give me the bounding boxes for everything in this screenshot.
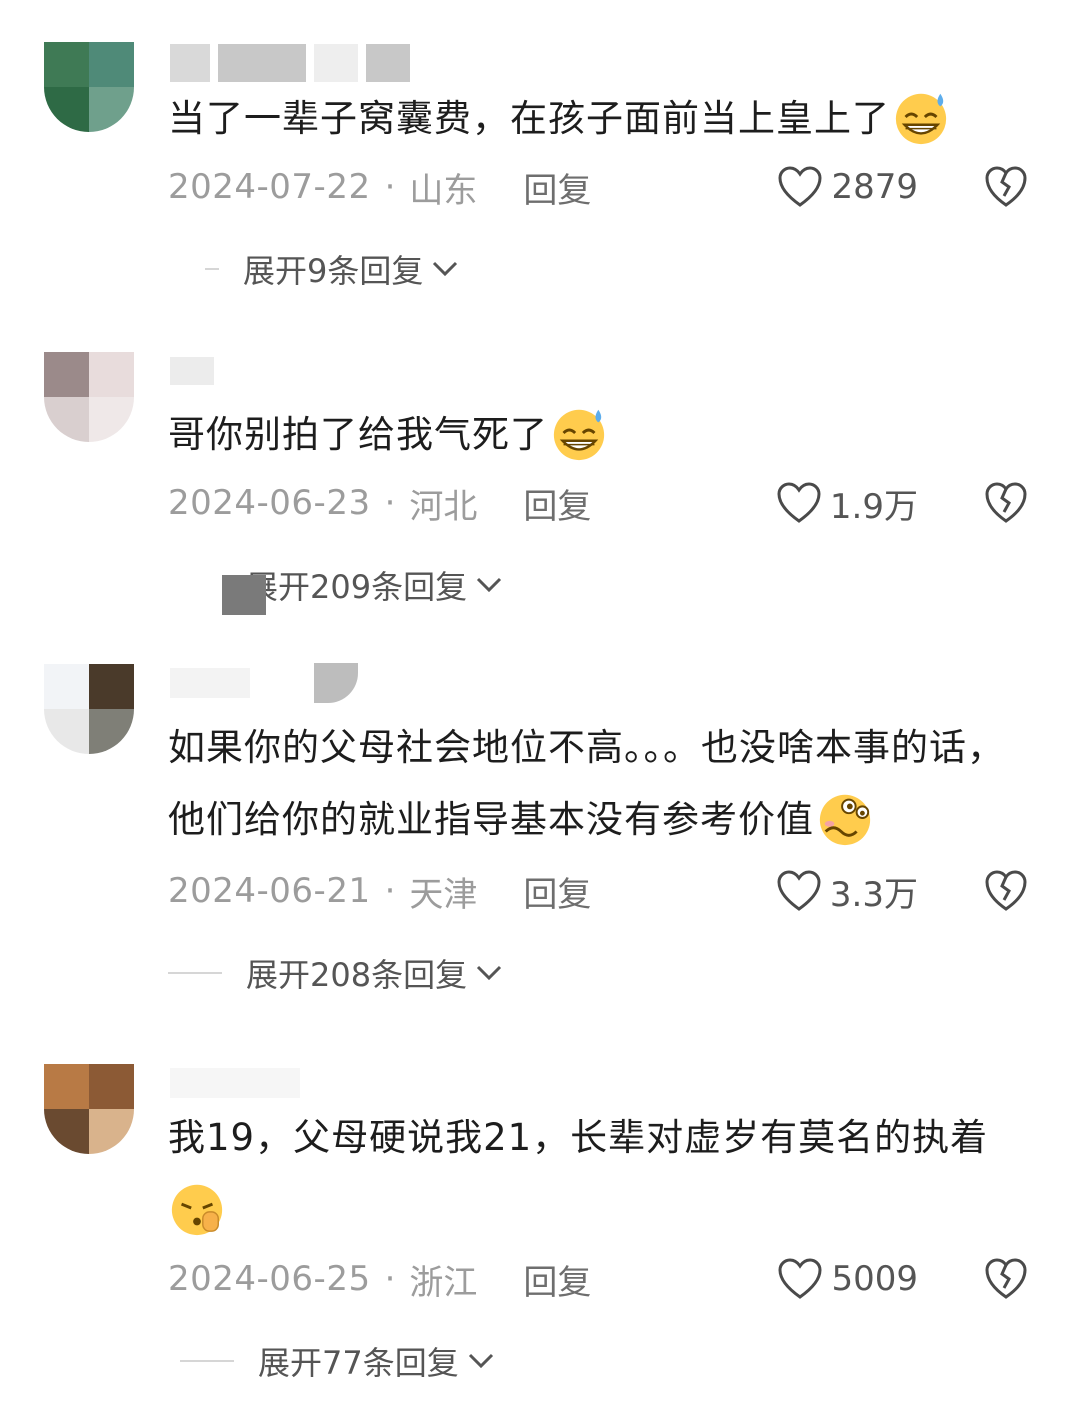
comment-meta: 2024-06-21 · 天津 回复 3.3万	[168, 866, 1028, 916]
username[interactable]	[170, 44, 410, 82]
expand-divider-line	[180, 1360, 234, 1362]
heart-icon	[778, 1258, 822, 1299]
comment-meta: 2024-06-23 · 河北 回复 1.9万	[168, 478, 1028, 528]
shushing-emoji	[171, 1184, 223, 1235]
like-button[interactable]: 1.9万	[776, 479, 918, 528]
username[interactable]	[170, 352, 214, 390]
expand-divider-line	[205, 268, 219, 270]
comment-text: 当了一辈子窝囊费，在孩子面前当上皇上了	[168, 83, 1038, 155]
avatar[interactable]	[44, 352, 134, 442]
username[interactable]	[170, 1064, 300, 1102]
reply-button[interactable]: 回复	[523, 479, 591, 528]
expand-replies-button[interactable]: 展开9条回复	[205, 244, 459, 294]
comment-date: 2024-06-21	[168, 871, 371, 911]
avatar[interactable]	[44, 1064, 134, 1154]
expand-replies-button[interactable]: 展开77条回复	[180, 1336, 495, 1386]
reply-button[interactable]: 回复	[523, 163, 591, 212]
chevron-down-icon	[433, 261, 458, 277]
like-count: 3.3万	[829, 874, 918, 915]
like-count: 2879	[831, 167, 918, 207]
like-count: 1.9万	[829, 486, 918, 527]
reply-button[interactable]: 回复	[523, 867, 591, 916]
broken-heart-icon[interactable]	[984, 482, 1028, 524]
expand-divider-line	[168, 972, 222, 974]
like-button[interactable]: 5009	[777, 1258, 918, 1300]
comment-location: 河北	[409, 486, 478, 527]
comment-location: 浙江	[409, 1262, 478, 1303]
comment-text: 我19，父母硬说我21，长辈对虚岁有莫名的执着	[168, 1102, 1038, 1246]
broken-heart-icon[interactable]	[984, 166, 1028, 208]
woozy-emoji	[819, 794, 871, 845]
broken-heart-icon[interactable]	[984, 1258, 1028, 1300]
like-count: 5009	[831, 1259, 918, 1299]
avatar[interactable]	[44, 664, 134, 754]
comment-date: 2024-06-23	[168, 483, 371, 523]
reply-button[interactable]: 回复	[523, 1255, 591, 1304]
comment-text: 哥你别拍了给我气死了	[168, 399, 1038, 471]
avatar[interactable]	[44, 42, 134, 132]
comment-date: 2024-07-22	[168, 167, 371, 207]
comment-location: 天津	[409, 874, 478, 915]
grin-sweat-emoji	[895, 93, 947, 144]
heart-icon	[777, 482, 821, 523]
comment-text: 如果你的父母社会地位不高。。。也没啥本事的话，他们给你的就业指导基本没有参考价值	[168, 712, 1038, 856]
separator-dot: ·	[384, 871, 396, 911]
separator-dot: ·	[384, 167, 396, 207]
chevron-down-icon	[468, 1353, 493, 1369]
separator-dot: ·	[384, 1259, 396, 1299]
expand-replies-label: 展开209条回复	[246, 568, 468, 606]
like-button[interactable]: 3.3万	[776, 867, 918, 916]
username[interactable]	[170, 663, 358, 703]
expand-replies-label: 展开77条回复	[258, 1344, 459, 1382]
expand-divider-line	[222, 575, 266, 615]
expand-replies-button[interactable]: 展开208条回复	[168, 948, 503, 998]
comment-meta: 2024-06-25 · 浙江 回复 5009	[168, 1254, 1028, 1304]
separator-dot: ·	[384, 483, 396, 523]
heart-icon	[777, 870, 821, 911]
expand-replies-label: 展开208条回复	[246, 956, 468, 994]
comment-text-content: 当了一辈子窝囊费，在孩子面前当上皇上了	[168, 97, 890, 140]
comment-text-content: 如果你的父母社会地位不高。。。也没啥本事的话，他们给你的就业指导基本没有参考价值	[168, 726, 1005, 841]
comment-text-content: 哥你别拍了给我气死了	[168, 413, 548, 456]
chevron-down-icon	[477, 965, 502, 981]
like-button[interactable]: 2879	[777, 166, 918, 208]
comment-date: 2024-06-25	[168, 1259, 371, 1299]
chevron-down-icon	[477, 577, 502, 593]
comment-text-content: 我19，父母硬说我21，长辈对虚岁有莫名的执着	[168, 1116, 989, 1159]
grin-sweat-emoji	[553, 409, 605, 460]
expand-replies-label: 展开9条回复	[243, 252, 424, 290]
comment-location: 山东	[409, 170, 478, 211]
comment-meta: 2024-07-22 · 山东 回复 2879	[168, 162, 1028, 212]
broken-heart-icon[interactable]	[984, 870, 1028, 912]
heart-icon	[778, 166, 822, 207]
expand-replies-button[interactable]: 展开209条回复	[222, 560, 503, 615]
